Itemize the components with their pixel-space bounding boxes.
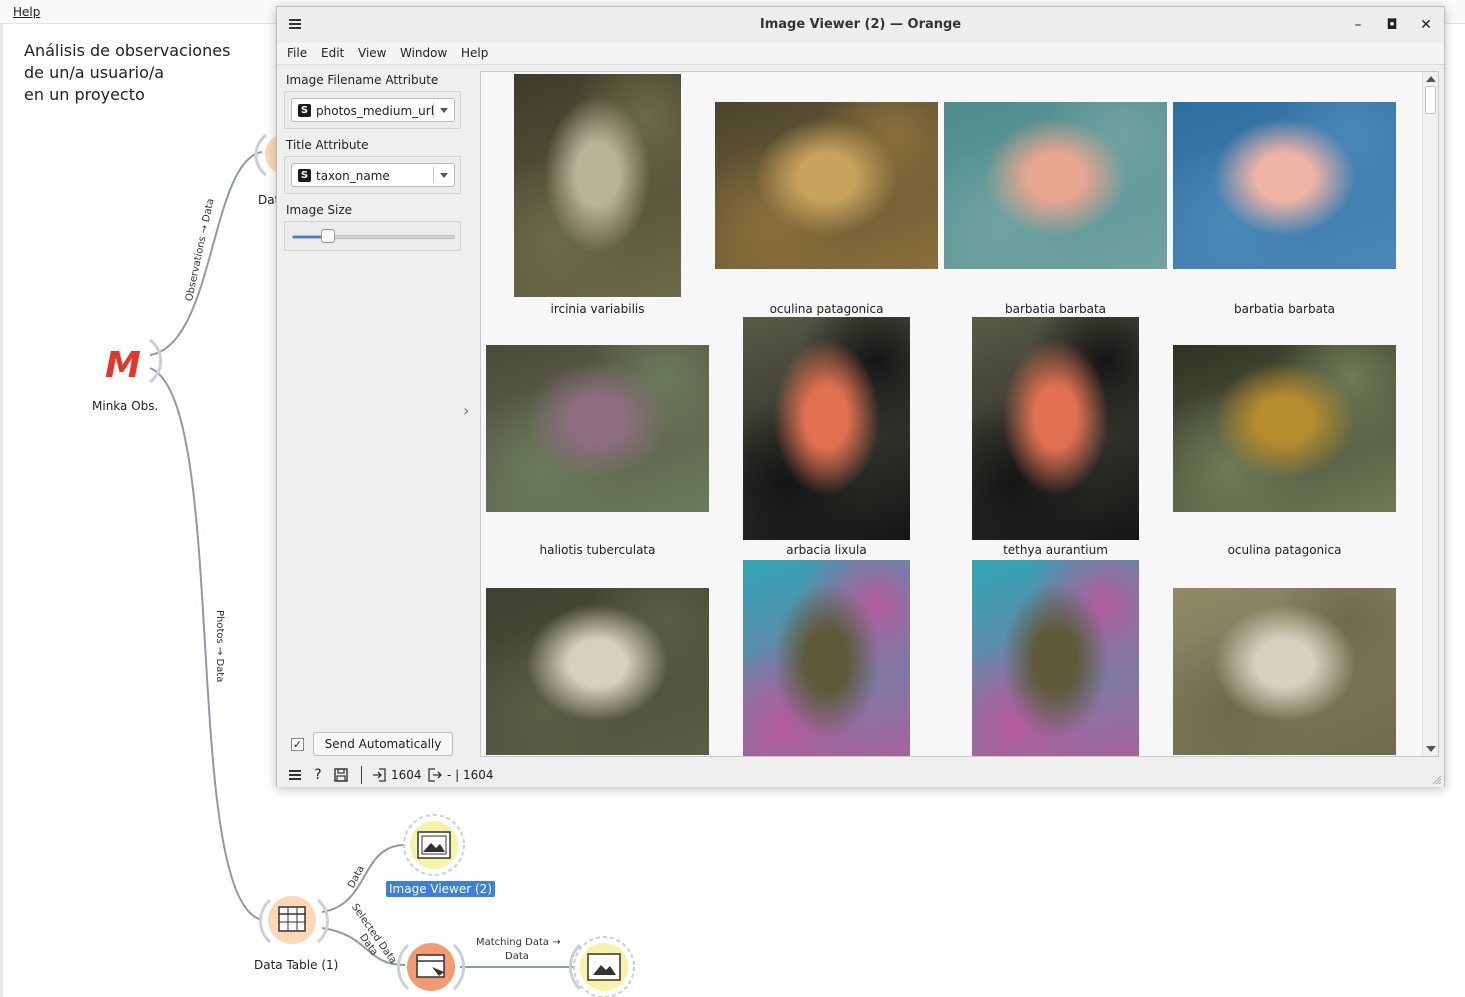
image-size-slider-handle[interactable] xyxy=(321,229,335,243)
image-tile[interactable] xyxy=(1170,560,1399,756)
image-caption: barbatia barbata xyxy=(1233,302,1335,316)
photo-thumbnail[interactable] xyxy=(743,560,910,756)
image-caption: barbatia barbata xyxy=(1004,302,1106,316)
link-label-photos: Photos → Data xyxy=(214,610,225,683)
photo-thumbnail[interactable] xyxy=(743,317,910,540)
scroll-down-icon[interactable] xyxy=(1426,746,1436,752)
image-caption: oculina patagonica xyxy=(769,302,884,316)
photo-thumbnail[interactable] xyxy=(1173,588,1396,755)
input-count: 1604 xyxy=(391,768,422,782)
link-observations xyxy=(149,151,263,356)
output-icon xyxy=(428,768,442,782)
image-tile[interactable]: barbatia barbata xyxy=(941,74,1170,317)
title-attribute-value: taxon_name xyxy=(316,169,390,183)
menu-edit[interactable]: Edit xyxy=(321,46,344,60)
image-tile[interactable]: tethya aurantium xyxy=(941,317,1170,560)
menu-window[interactable]: Window xyxy=(400,46,447,60)
photo-thumbnail[interactable] xyxy=(1173,345,1396,512)
window-title: Image Viewer (2) — Orange xyxy=(759,17,962,32)
image-tile[interactable]: haliotis tuberculata xyxy=(483,317,712,560)
image-tile[interactable] xyxy=(483,560,712,756)
photo-thumbnail[interactable] xyxy=(486,345,709,512)
image-caption: tethya aurantium xyxy=(1003,543,1108,557)
minka-node-label: Minka Obs. xyxy=(92,399,159,413)
window-titlebar[interactable]: Image Viewer (2) — Orange – ◘ ✕ xyxy=(277,7,1444,43)
image-tile[interactable]: oculina patagonica xyxy=(712,74,941,317)
photo-thumbnail[interactable] xyxy=(514,74,681,297)
menu-help[interactable]: Help xyxy=(461,46,488,60)
image-caption: oculina patagonica xyxy=(1227,543,1342,557)
string-type-icon: S xyxy=(298,104,311,117)
image-tile[interactable]: barbatia barbata xyxy=(1170,74,1399,317)
image-grid[interactable]: oculina patagonica tethya aurantium arbaci… xyxy=(480,71,1439,757)
input-icon xyxy=(373,768,386,782)
image-tile[interactable]: oculina patagonica xyxy=(1170,317,1399,560)
image-tile[interactable]: ircinia variabilis xyxy=(483,74,712,317)
scrollbar-thumb[interactable] xyxy=(1425,86,1436,114)
minka-node[interactable]: M xyxy=(99,335,163,386)
chevron-down-icon xyxy=(440,173,448,178)
image-viewer-2-node-label[interactable]: Image Viewer (2) xyxy=(386,881,496,897)
photo-thumbnail[interactable] xyxy=(486,588,709,755)
save-icon[interactable] xyxy=(333,767,349,783)
window-menubar: File Edit View Window Help xyxy=(277,43,1444,65)
scroll-up-icon[interactable] xyxy=(1426,76,1436,82)
image-filename-value: photos_medium_url xyxy=(316,104,435,118)
output-count: - | 1604 xyxy=(447,768,494,782)
close-icon[interactable]: ✕ xyxy=(1416,15,1436,35)
control-area: Image Filename Attribute S photos_medium… xyxy=(283,69,463,759)
link-data-viewer xyxy=(321,844,406,913)
menu-view[interactable]: View xyxy=(358,46,386,60)
title-attribute-combo[interactable]: S taxon_name xyxy=(291,163,455,187)
data-table-node[interactable] xyxy=(259,896,329,944)
data-table-node-label: Data Table (1) xyxy=(254,958,339,972)
title-attribute-box: S taxon_name xyxy=(284,156,461,194)
help-icon[interactable]: ? xyxy=(310,767,326,783)
status-menu-icon[interactable] xyxy=(287,767,303,783)
image-viewer-2-node[interactable] xyxy=(403,814,465,876)
minimize-icon[interactable]: – xyxy=(1348,15,1368,35)
string-type-icon: S xyxy=(298,169,311,182)
link-photos xyxy=(149,367,263,921)
image-caption: haliotis tuberculata xyxy=(539,543,656,557)
title-attribute-label: Title Attribute xyxy=(286,138,369,152)
chevron-down-icon xyxy=(440,108,448,113)
image-viewer-window[interactable]: Image Viewer (2) — Orange – ◘ ✕ File Edi… xyxy=(276,6,1445,787)
photo-thumbnail[interactable] xyxy=(972,560,1139,756)
photo-thumbnail[interactable] xyxy=(715,102,938,269)
resize-grip-icon[interactable] xyxy=(1432,775,1442,785)
image-viewer-node[interactable] xyxy=(568,936,635,997)
photo-thumbnail[interactable] xyxy=(1173,102,1396,269)
photo-thumbnail[interactable] xyxy=(944,102,1167,269)
image-tile[interactable] xyxy=(941,560,1170,756)
photo-thumbnail[interactable] xyxy=(972,317,1139,540)
image-tile[interactable] xyxy=(712,560,941,756)
svg-text:M: M xyxy=(105,345,141,386)
link-label-matching-data: Matching Data → xyxy=(476,937,561,948)
vertical-scrollbar[interactable] xyxy=(1422,72,1438,756)
menu-file[interactable]: File xyxy=(287,46,307,60)
image-filename-box: S photos_medium_url xyxy=(284,91,461,129)
send-automatically-checkbox[interactable]: ✓ xyxy=(291,738,304,751)
image-size-label: Image Size xyxy=(286,203,353,217)
select-rows-node[interactable] xyxy=(396,943,466,991)
image-caption: ircinia variabilis xyxy=(550,302,645,316)
link-label-matching-data-2: Data xyxy=(505,951,529,962)
image-filename-label: Image Filename Attribute xyxy=(286,73,439,87)
maximize-icon[interactable]: ◘ xyxy=(1382,15,1402,35)
image-filename-combo[interactable]: S photos_medium_url xyxy=(291,98,455,122)
image-caption: arbacia lixula xyxy=(786,543,867,557)
status-bar: ? 1604 - | 1604 xyxy=(277,763,1444,787)
image-size-slider-track[interactable] xyxy=(292,235,455,239)
image-tile[interactable]: arbacia lixula xyxy=(712,317,941,560)
chevron-right-icon[interactable]: › xyxy=(463,401,469,420)
send-automatically-button[interactable]: Send Automatically xyxy=(313,732,453,756)
image-size-box xyxy=(284,221,461,251)
